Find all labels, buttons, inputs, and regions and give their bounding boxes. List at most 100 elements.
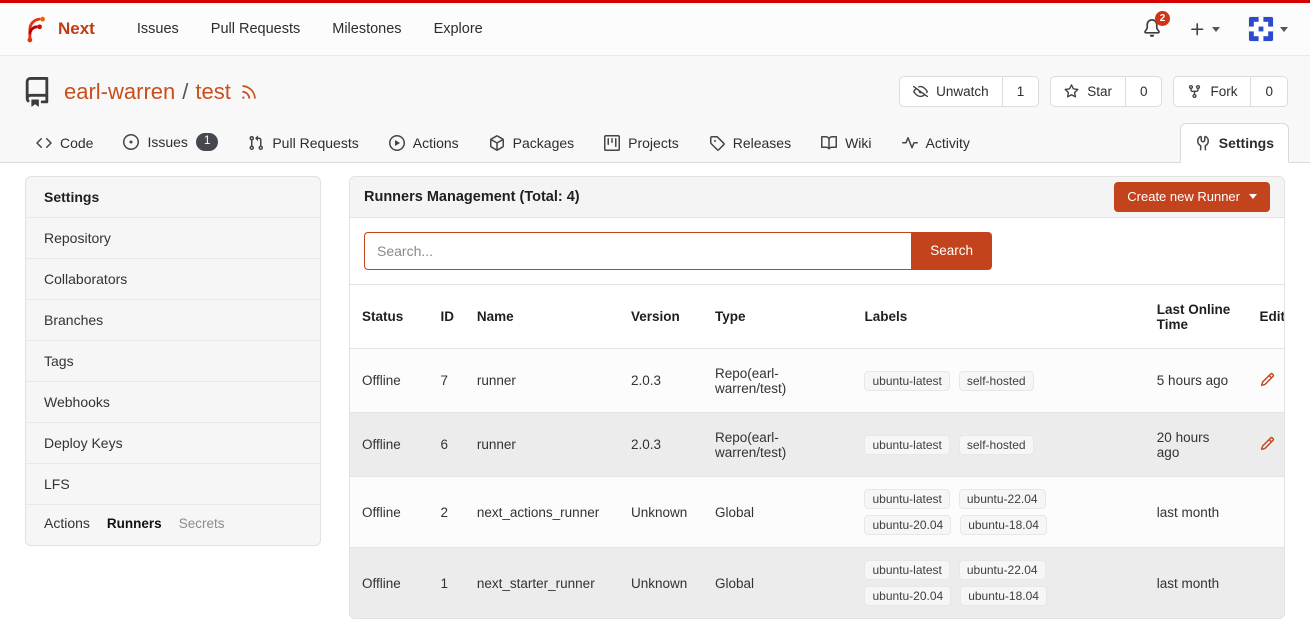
tab-count-badge: 1 [196, 133, 218, 151]
tab-pull-requests[interactable]: Pull Requests [233, 123, 373, 163]
runner-labels-list: ubuntu-latest self-hosted [864, 435, 1064, 455]
nav-item-pull-requests[interactable]: Pull Requests [195, 4, 316, 54]
edit-runner-button[interactable] [1260, 436, 1275, 451]
star-count[interactable]: 0 [1125, 77, 1162, 106]
tools-icon [1195, 135, 1211, 151]
breadcrumb: earl-warren / test [64, 79, 231, 105]
edit-runner-button[interactable] [1260, 372, 1275, 387]
nav-item-explore[interactable]: Explore [418, 4, 499, 54]
tab-label: Wiki [845, 135, 871, 151]
rss-feed-icon[interactable] [240, 83, 258, 101]
sidebar-item-collaborators[interactable]: Collaborators [26, 259, 320, 300]
tab-activity[interactable]: Activity [887, 123, 985, 163]
create-new-runner-label: Create new Runner [1127, 189, 1240, 204]
notifications-button[interactable]: 2 [1143, 19, 1161, 40]
eye-off-icon [913, 84, 928, 99]
runner-last-online: last month [1145, 548, 1248, 619]
runner-label-badge: ubuntu-latest [864, 489, 949, 509]
runners-panel: Runners Management (Total: 4) Create new… [349, 176, 1285, 620]
search-input[interactable] [364, 232, 911, 270]
runner-label-badge: ubuntu-20.04 [864, 586, 951, 606]
tag-icon [709, 135, 725, 151]
navbar-links: IssuesPull RequestsMilestonesExplore [121, 4, 499, 54]
runner-type: Repo(earl-warren/test) [703, 349, 852, 413]
runner-edit-cell [1248, 548, 1284, 619]
tab-label: Pull Requests [272, 135, 358, 151]
sidebar-item-deploy-keys[interactable]: Deploy Keys [26, 423, 320, 464]
repo-name-link[interactable]: test [195, 79, 230, 105]
runner-label-badge: ubuntu-latest [864, 435, 949, 455]
sidebar-item-repository[interactable]: Repository [26, 218, 320, 259]
nav-item-milestones[interactable]: Milestones [316, 4, 417, 54]
tab-settings[interactable]: Settings [1180, 123, 1289, 163]
user-menu-button[interactable] [1248, 16, 1288, 42]
page-content: SettingsRepositoryCollaboratorsBranchesT… [0, 163, 1310, 620]
runner-label-badge: ubuntu-latest [864, 560, 949, 580]
sidebar-item-actions-group: ActionsRunnersSecrets [26, 505, 320, 545]
fork-count[interactable]: 0 [1250, 77, 1287, 106]
runner-labels-list: ubuntu-latestubuntu-22.04ubuntu-20.04ubu… [864, 489, 1064, 535]
caret-down-icon [1280, 27, 1288, 32]
runner-label-badge: ubuntu-22.04 [959, 489, 1046, 509]
runner-version: 2.0.3 [619, 413, 703, 477]
tab-projects[interactable]: Projects [589, 123, 694, 163]
sidebar-item-webhooks[interactable]: Webhooks [26, 382, 320, 423]
create-menu-button[interactable] [1189, 21, 1220, 38]
pulse-icon [902, 135, 918, 151]
column-header-id: ID [428, 285, 464, 349]
runner-id: 6 [428, 413, 464, 477]
unwatch-button-group: Unwatch1 [899, 76, 1039, 107]
tab-label: Code [60, 135, 93, 151]
runners-table: StatusIDNameVersionTypeLabelsLast Online… [350, 285, 1284, 619]
fork-button[interactable]: Fork [1174, 77, 1250, 106]
navbar-right: 2 [1143, 16, 1288, 42]
search-section: Search [350, 218, 1284, 285]
table-header-row: StatusIDNameVersionTypeLabelsLast Online… [350, 285, 1284, 349]
unwatch-count[interactable]: 1 [1002, 77, 1039, 106]
sidebar-item-tags[interactable]: Tags [26, 341, 320, 382]
tab-releases[interactable]: Releases [694, 123, 806, 163]
runner-status: Offline [350, 349, 428, 413]
home-link[interactable]: Next [22, 16, 95, 43]
search-button[interactable]: Search [911, 232, 992, 270]
runner-last-online: last month [1145, 477, 1248, 548]
runner-label-badge: ubuntu-20.04 [864, 515, 951, 535]
repo-owner-link[interactable]: earl-warren [64, 79, 175, 105]
sidebar-item-actions[interactable]: Actions [44, 513, 90, 537]
sidebar-subitem-secrets[interactable]: Secrets [162, 512, 225, 533]
runner-version: Unknown [619, 477, 703, 548]
runner-last-online: 20 hours ago [1145, 413, 1248, 477]
tab-label: Settings [1219, 135, 1274, 151]
tab-label: Issues [147, 134, 187, 150]
star-button[interactable]: Star [1051, 77, 1125, 106]
unwatch-button[interactable]: Unwatch [900, 77, 1002, 106]
runner-label-badge: ubuntu-22.04 [959, 560, 1046, 580]
runner-label-badge: self-hosted [959, 435, 1034, 455]
column-header-name: Name [465, 285, 619, 349]
sidebar-subitem-runners[interactable]: Runners [90, 512, 162, 533]
create-new-runner-button[interactable]: Create new Runner [1114, 182, 1270, 212]
runner-labels: ubuntu-latestubuntu-22.04ubuntu-20.04ubu… [852, 477, 1144, 548]
runner-row-6: Offline6runner2.0.3Repo(earl-warren/test… [350, 413, 1284, 477]
sidebar-item-branches[interactable]: Branches [26, 300, 320, 341]
play-icon [389, 135, 405, 151]
main-navbar: Next IssuesPull RequestsMilestonesExplor… [0, 3, 1310, 56]
tab-label: Packages [513, 135, 574, 151]
fork-button-group: Fork0 [1173, 76, 1288, 107]
tab-packages[interactable]: Packages [474, 123, 589, 163]
tab-code[interactable]: Code [21, 123, 108, 163]
column-header-labels: Labels [852, 285, 1144, 349]
tab-wiki[interactable]: Wiki [806, 123, 886, 163]
runner-status: Offline [350, 548, 428, 619]
tab-actions[interactable]: Actions [374, 123, 474, 163]
tab-issues[interactable]: Issues 1 [108, 121, 233, 163]
tab-label: Actions [413, 135, 459, 151]
runner-name: runner [465, 413, 619, 477]
repo-title-row: earl-warren / test Unwatch1Star0Fork0 [0, 76, 1310, 107]
nav-item-issues[interactable]: Issues [121, 4, 195, 54]
issue-icon [123, 134, 139, 150]
runner-label-badge: ubuntu-18.04 [960, 586, 1047, 606]
sidebar-item-lfs[interactable]: LFS [26, 464, 320, 505]
sidebar-header: Settings [26, 177, 320, 218]
runner-name: next_actions_runner [465, 477, 619, 548]
